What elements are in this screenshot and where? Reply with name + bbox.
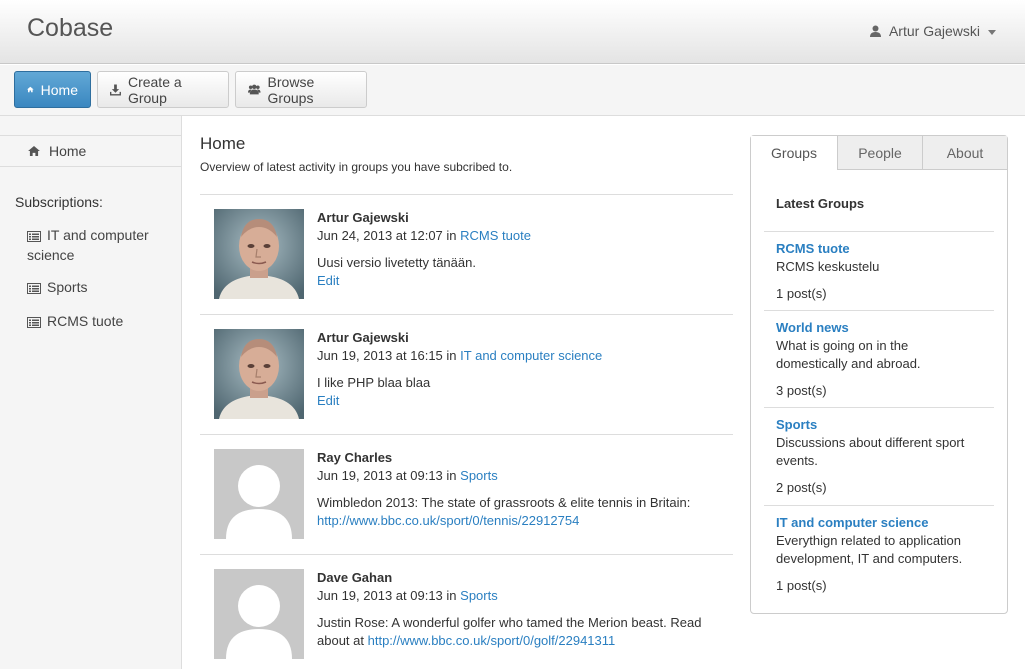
sidebar-item-sports[interactable]: Sports: [27, 277, 167, 297]
browse-groups-button[interactable]: Browse Groups: [235, 71, 367, 108]
top-navbar: Cobase Artur Gajewski: [0, 0, 1025, 64]
group-name-link[interactable]: IT and computer science: [776, 514, 982, 532]
tab-about[interactable]: About: [922, 136, 1007, 170]
group-item: IT and computer science Everythign relat…: [764, 505, 994, 595]
post-meta: Jun 19, 2013 at 16:15 in IT and computer…: [317, 347, 727, 365]
sidebar: Home Subscriptions: IT and computer scie…: [0, 116, 182, 669]
group-item: World news What is going on in the domes…: [764, 310, 994, 400]
create-group-label: Create a Group: [127, 73, 182, 106]
group-name-link[interactable]: World news: [776, 319, 982, 337]
post-meta: Jun 24, 2013 at 12:07 in RCMS tuote: [317, 227, 727, 245]
avatar[interactable]: [214, 569, 304, 659]
post-author[interactable]: Ray Charles: [317, 449, 727, 467]
group-name-link[interactable]: Sports: [776, 416, 982, 434]
browse-groups-label: Browse Groups: [267, 73, 315, 106]
tab-groups[interactable]: Groups: [751, 136, 837, 170]
post-body: Artur Gajewski Jun 19, 2013 at 16:15 in …: [317, 329, 727, 410]
group-description: Everythign related to application develo…: [776, 533, 963, 566]
post-item: Dave Gahan Jun 19, 2013 at 09:13 in Spor…: [200, 554, 733, 669]
toolbar: Home Create a Group Browse Groups: [0, 65, 1025, 116]
post-author[interactable]: Dave Gahan: [317, 569, 727, 587]
home-icon: [27, 86, 34, 93]
panel-title: Latest Groups: [776, 196, 865, 211]
post-date: Jun 24, 2013 at 12:07: [317, 228, 443, 243]
post-date: Jun 19, 2013 at 16:15: [317, 348, 443, 363]
post-item: Ray Charles Jun 19, 2013 at 09:13 in Spo…: [200, 434, 733, 554]
group-description: Discussions about different sport events…: [776, 435, 965, 468]
group-name-link[interactable]: RCMS tuote: [776, 240, 982, 258]
post-text: I like PHP blaa blaa: [317, 375, 431, 390]
post-group-link[interactable]: Sports: [460, 588, 498, 603]
user-menu[interactable]: Artur Gajewski: [869, 23, 996, 39]
group-post-count: 2 post(s): [776, 480, 827, 495]
post-in: in: [446, 348, 457, 363]
post-text: Wimbledon 2013: The state of grassroots …: [317, 495, 691, 510]
panel-tabs: Groups People About: [751, 136, 1007, 170]
post-link[interactable]: http://www.bbc.co.uk/sport/0/tennis/2291…: [317, 513, 579, 528]
create-group-button[interactable]: Create a Group: [97, 71, 229, 108]
group-post-count: 1 post(s): [776, 578, 827, 593]
list-icon: [27, 231, 41, 242]
group-item: Sports Discussions about different sport…: [764, 407, 994, 497]
sidebar-item-it[interactable]: IT and computer science: [27, 225, 167, 265]
post-in: in: [446, 588, 457, 603]
user-icon: [869, 25, 881, 37]
avatar[interactable]: [214, 449, 304, 539]
post-group-link[interactable]: Sports: [460, 468, 498, 483]
post-item: Artur Gajewski Jun 24, 2013 at 12:07 in …: [200, 194, 733, 314]
post-group-link[interactable]: IT and computer science: [460, 348, 602, 363]
post-meta: Jun 19, 2013 at 09:13 in Sports: [317, 467, 727, 485]
post-in: in: [446, 228, 457, 243]
group-description: RCMS keskustelu: [776, 259, 880, 274]
post-author[interactable]: Artur Gajewski: [317, 209, 727, 227]
download-icon: [110, 84, 121, 95]
sidebar-item-label: Home: [49, 143, 87, 159]
post-body: Artur Gajewski Jun 24, 2013 at 12:07 in …: [317, 209, 727, 290]
home-icon: [28, 146, 40, 156]
sidebar-item-home[interactable]: Home: [0, 135, 181, 167]
post-text: Uusi versio livetetty tänään.: [317, 255, 476, 270]
post-group-link[interactable]: RCMS tuote: [460, 228, 531, 243]
sidebar-item-label: IT and computer science: [27, 227, 149, 263]
post-date: Jun 19, 2013 at 09:13: [317, 468, 443, 483]
brand-logo[interactable]: Cobase: [27, 14, 113, 43]
home-button[interactable]: Home: [14, 71, 91, 108]
avatar[interactable]: [214, 329, 304, 419]
edit-link[interactable]: Edit: [317, 393, 339, 408]
post-body: Ray Charles Jun 19, 2013 at 09:13 in Spo…: [317, 449, 727, 530]
subscriptions-title: Subscriptions:: [15, 194, 103, 210]
edit-link[interactable]: Edit: [317, 273, 339, 288]
post-body: Dave Gahan Jun 19, 2013 at 09:13 in Spor…: [317, 569, 727, 650]
post-meta: Jun 19, 2013 at 09:13 in Sports: [317, 587, 727, 605]
post-link[interactable]: http://www.bbc.co.uk/sport/0/golf/229413…: [368, 633, 616, 648]
user-name: Artur Gajewski: [888, 23, 980, 39]
tab-people[interactable]: People: [837, 136, 922, 170]
post-text: Justin Rose: A wonderful golfer who tame…: [317, 614, 727, 650]
post-item: Artur Gajewski Jun 19, 2013 at 16:15 in …: [200, 314, 733, 434]
post-date: Jun 19, 2013 at 09:13: [317, 588, 443, 603]
post-author[interactable]: Artur Gajewski: [317, 329, 727, 347]
avatar[interactable]: [214, 209, 304, 299]
groups-panel: Groups People About Latest Groups RCMS t…: [750, 135, 1008, 614]
group-post-count: 3 post(s): [776, 383, 827, 398]
post-in: in: [446, 468, 457, 483]
chevron-down-icon: [988, 29, 996, 35]
list-icon: [27, 317, 41, 328]
page-subtitle: Overview of latest activity in groups yo…: [200, 160, 513, 174]
list-icon: [27, 283, 41, 294]
group-description: What is going on in the domestically and…: [776, 338, 921, 371]
sidebar-item-rcms[interactable]: RCMS tuote: [27, 311, 167, 331]
group-post-count: 1 post(s): [776, 286, 827, 301]
page-title: Home: [200, 134, 246, 153]
group-icon: [248, 84, 261, 95]
group-item: RCMS tuote RCMS keskustelu 1 post(s): [764, 231, 994, 303]
sidebar-item-label: RCMS tuote: [47, 313, 124, 329]
sidebar-item-label: Sports: [47, 279, 88, 295]
home-button-label: Home: [40, 81, 78, 98]
